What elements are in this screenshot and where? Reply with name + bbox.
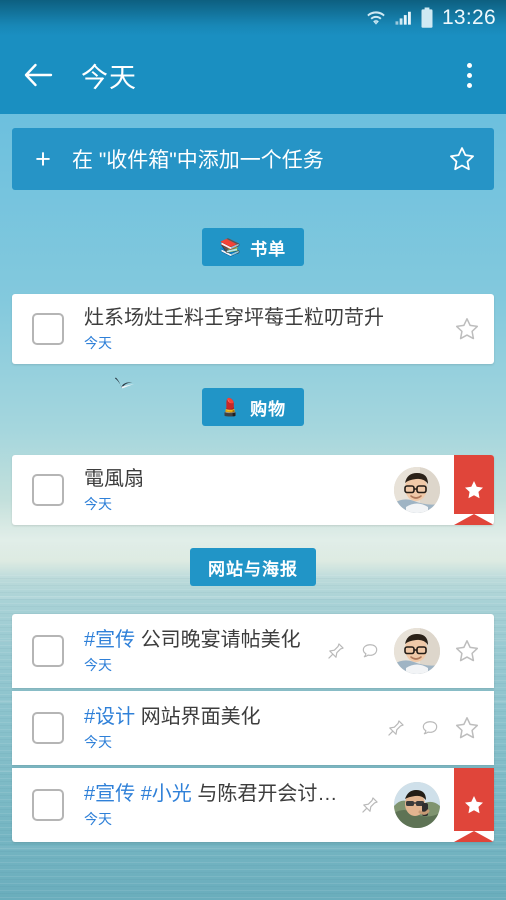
status-time: 13:26	[441, 6, 496, 29]
task-checkbox[interactable]	[32, 313, 64, 345]
task-meta	[386, 715, 480, 741]
star-outline-icon[interactable]	[454, 638, 480, 664]
section-chip-row: 💄 购物	[0, 388, 506, 426]
pin-icon[interactable]	[360, 795, 380, 815]
avatar-man-glasses	[394, 467, 440, 513]
task-title: #宣传 公司晚宴请帖美化	[84, 628, 320, 653]
overflow-dot	[466, 62, 472, 68]
task-title: #宣传 #小光 与陈君开会讨…	[84, 782, 354, 807]
task-content: #宣传 #小光 与陈君开会讨… 今天	[84, 782, 360, 828]
task-title: 電風扇	[84, 468, 144, 491]
section-chip-row: 网站与海报	[0, 548, 506, 586]
app-screen: 13:26 今天 + 在 "收件箱"中添加一个任务 📚 书单 灶系场灶壬料壬穿坪…	[0, 0, 506, 900]
starred-ribbon[interactable]	[454, 455, 494, 525]
overflow-menu-button[interactable]	[450, 53, 488, 97]
avatar[interactable]	[394, 628, 440, 674]
add-task-bar[interactable]: + 在 "收件箱"中添加一个任务	[12, 128, 494, 190]
section-chip-shopping[interactable]: 💄 购物	[201, 388, 305, 426]
task-content: #宣传 公司晚宴请帖美化 今天	[84, 628, 326, 674]
section-chip-website-poster[interactable]: 网站与海报	[190, 548, 316, 586]
avatar-man-glasses	[394, 628, 440, 674]
add-task-star-button[interactable]	[448, 145, 476, 173]
task-tag[interactable]: #宣传	[84, 629, 135, 651]
task-title: 灶系场灶壬料壬穿坪莓壬粒叨苛升	[84, 307, 384, 330]
section-chip-label: 购物	[250, 399, 287, 419]
comment-icon[interactable]	[420, 718, 440, 738]
overflow-dot	[466, 82, 472, 88]
avatar[interactable]	[394, 467, 440, 513]
star-outline-icon	[450, 147, 474, 171]
avatar-man-phone	[394, 782, 440, 828]
task-row[interactable]: #设计 网站界面美化 今天	[12, 691, 494, 765]
task-date: 今天	[84, 657, 112, 674]
task-title-text: 与陈君开会讨…	[197, 783, 338, 806]
task-row[interactable]: #宣传 公司晚宴请帖美化 今天	[12, 614, 494, 688]
battery-icon	[421, 7, 433, 28]
task-meta	[360, 782, 440, 828]
task-meta	[394, 467, 440, 513]
task-row[interactable]: 灶系场灶壬料壬穿坪莓壬粒叨苛升 今天	[12, 294, 494, 364]
task-tag[interactable]: #小光	[141, 783, 192, 805]
page-title: 今天	[81, 62, 137, 93]
task-date: 今天	[84, 496, 112, 513]
pin-icon[interactable]	[386, 718, 406, 738]
task-tag[interactable]: #宣传	[84, 783, 135, 805]
lipstick-emoji: 💄	[219, 397, 243, 417]
star-outline-icon[interactable]	[454, 715, 480, 741]
task-checkbox[interactable]	[32, 789, 64, 821]
task-content: #设计 网站界面美化 今天	[84, 705, 386, 751]
task-checkbox[interactable]	[32, 635, 64, 667]
task-row[interactable]: #宣传 #小光 与陈君开会讨… 今天	[12, 768, 494, 842]
task-checkbox[interactable]	[32, 712, 64, 744]
sea-band	[0, 846, 506, 850]
task-date: 今天	[84, 734, 112, 751]
avatar[interactable]	[394, 782, 440, 828]
task-content: 電風扇 今天	[84, 467, 394, 513]
task-content: 灶系场灶壬料壬穿坪莓壬粒叨苛升 今天	[84, 306, 454, 352]
status-bar: 13:26	[0, 0, 506, 36]
pin-icon[interactable]	[326, 641, 346, 661]
section-chip-row: 📚 书单	[0, 228, 506, 266]
task-title-text: 公司晚宴请帖美化	[140, 629, 301, 652]
plus-icon: +	[35, 143, 51, 174]
star-filled-icon	[465, 796, 483, 814]
sea-band	[0, 596, 506, 599]
star-filled-icon	[465, 481, 483, 499]
section-chip-book-list[interactable]: 📚 书单	[201, 228, 305, 266]
section-chip-label: 网站与海报	[208, 559, 298, 579]
back-button[interactable]	[18, 55, 58, 95]
starred-ribbon[interactable]	[454, 768, 494, 842]
wifi-icon	[367, 11, 385, 25]
star-outline-icon[interactable]	[454, 316, 480, 342]
back-arrow-icon	[24, 63, 53, 87]
books-emoji: 📚	[219, 237, 243, 257]
task-checkbox[interactable]	[32, 474, 64, 506]
comment-icon[interactable]	[360, 641, 380, 661]
task-meta	[454, 316, 480, 342]
task-meta	[326, 628, 480, 674]
task-title-text: 网站界面美化	[140, 706, 261, 729]
app-bar: 今天	[0, 36, 506, 114]
signal-icon	[395, 11, 411, 25]
section-chip-label: 书单	[250, 239, 287, 259]
task-row[interactable]: 電風扇 今天	[12, 455, 494, 525]
overflow-dot	[466, 72, 472, 78]
add-task-label: 在 "收件箱"中添加一个任务	[72, 149, 324, 172]
task-title: #设计 网站界面美化	[84, 705, 380, 730]
task-tag[interactable]: #设计	[84, 706, 135, 728]
task-date: 今天	[84, 335, 112, 352]
status-icons	[366, 7, 434, 29]
task-date: 今天	[84, 811, 112, 828]
